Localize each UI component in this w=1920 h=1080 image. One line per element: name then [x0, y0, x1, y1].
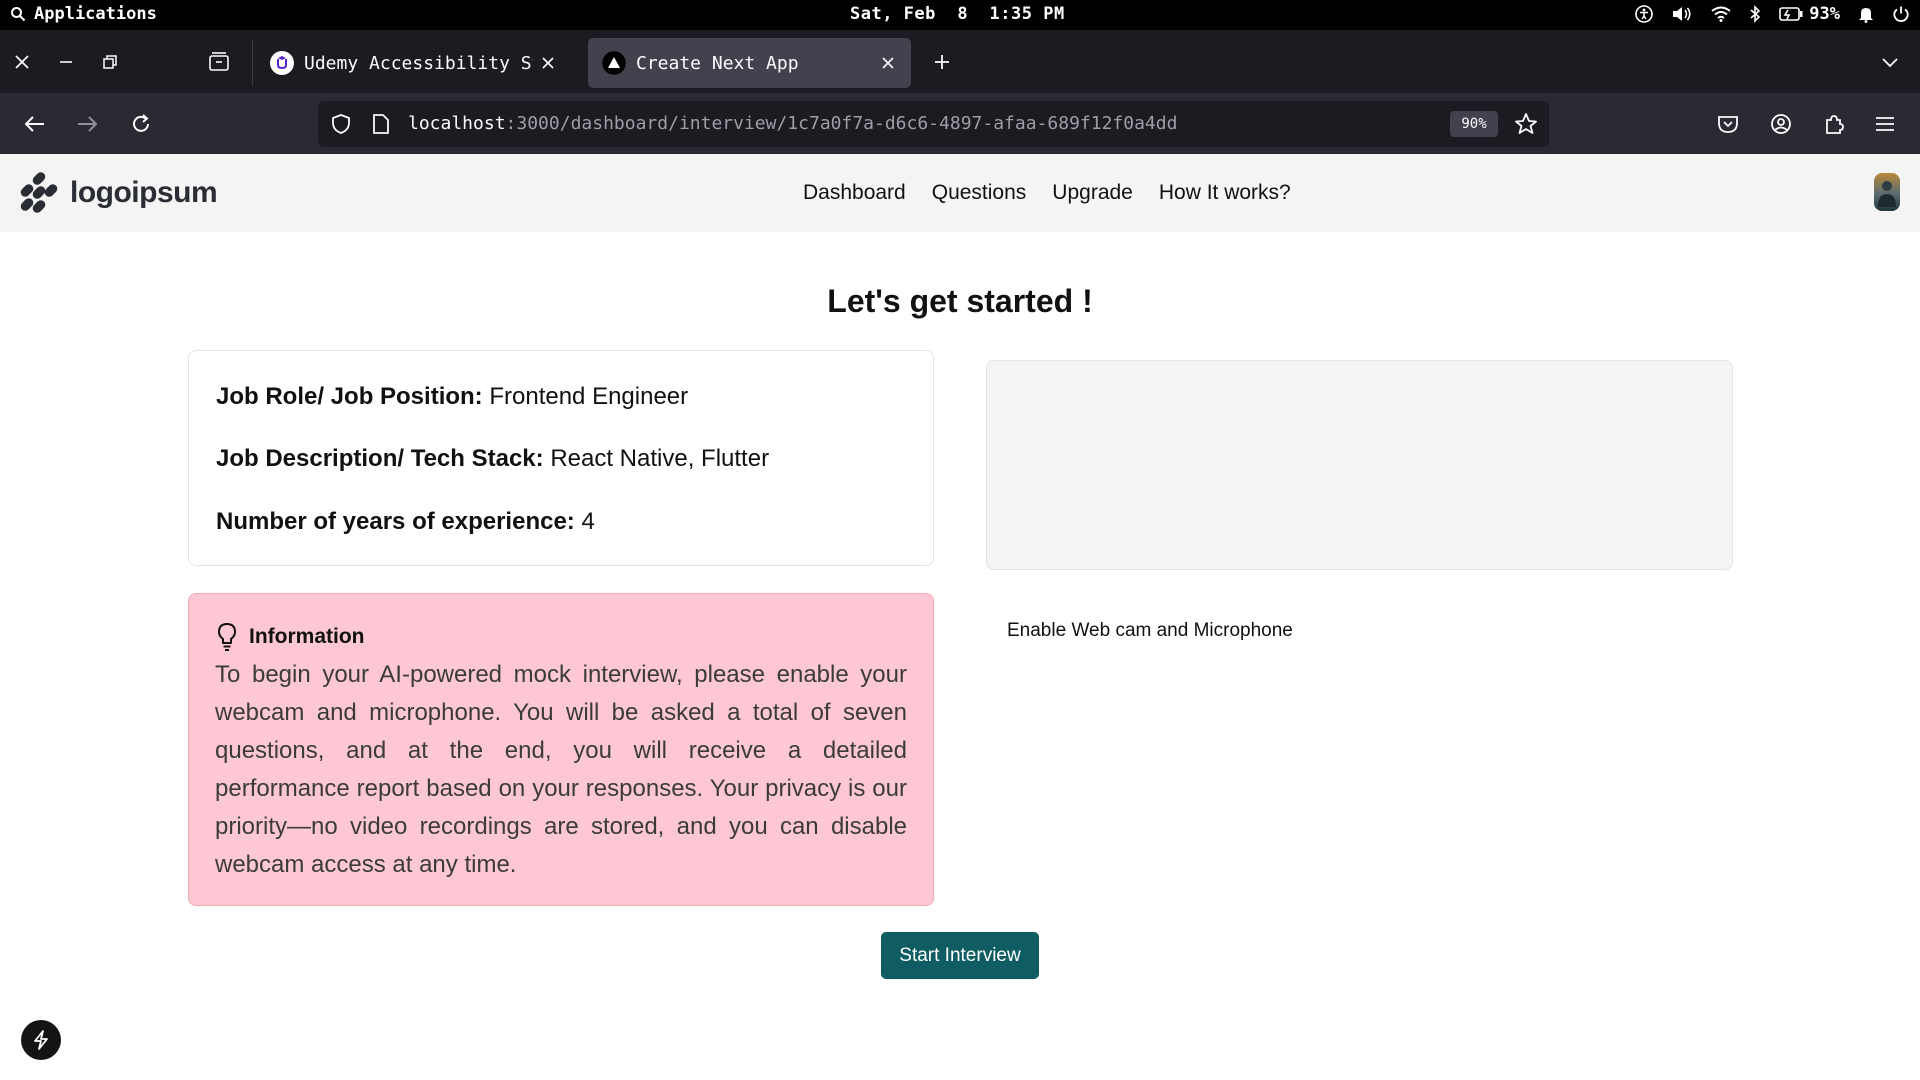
close-icon	[15, 55, 29, 69]
extensions-button[interactable]	[1819, 109, 1849, 139]
pocket-button[interactable]	[1713, 109, 1743, 139]
information-card: Information To begin your AI-powered moc…	[188, 593, 934, 906]
volume-icon[interactable]	[1671, 5, 1693, 23]
account-button[interactable]	[1766, 109, 1796, 139]
tab-create-next-app[interactable]: Create Next App	[588, 38, 911, 88]
url-text[interactable]: localhost:3000/dashboard/interview/1c7a0…	[408, 113, 1177, 134]
search-icon	[11, 7, 26, 22]
job-description-label: Job Description/ Tech Stack:	[216, 445, 544, 472]
lightbulb-icon	[218, 623, 236, 651]
notification-bell-icon[interactable]	[1858, 5, 1874, 23]
app-header: logoipsum Dashboard Questions Upgrade Ho…	[0, 154, 1920, 232]
arrow-right-icon	[78, 116, 98, 132]
job-description-value: React Native, Flutter	[550, 445, 770, 472]
start-interview-button[interactable]: Start Interview	[881, 932, 1039, 979]
job-description-line: Job Description/ Tech Stack: React Nativ…	[216, 445, 769, 473]
battery-percent: 93%	[1809, 4, 1840, 24]
job-role-line: Job Role/ Job Position: Frontend Enginee…	[216, 383, 688, 411]
applications-label: Applications	[34, 4, 157, 24]
power-icon[interactable]	[1892, 5, 1910, 23]
job-role-value: Frontend Engineer	[489, 383, 689, 410]
experience-value: 4	[581, 508, 595, 535]
nextjs-icon	[602, 51, 626, 75]
account-icon	[1771, 114, 1791, 134]
nav-link-how-it-works[interactable]: How It works?	[1159, 181, 1291, 205]
tab-divider	[252, 40, 253, 86]
experience-line: Number of years of experience: 4	[216, 508, 595, 536]
restore-icon	[103, 55, 117, 69]
webcam-preview-placeholder	[986, 360, 1733, 570]
close-icon	[882, 57, 894, 69]
back-button[interactable]	[20, 109, 50, 139]
tab-title: Udemy Accessibility Sta	[304, 52, 533, 74]
clock[interactable]: Sat, Feb 8 1:35 PM	[850, 4, 1065, 24]
plus-icon	[935, 55, 949, 69]
tab-udemy[interactable]: Udemy Accessibility Sta	[256, 38, 571, 88]
bookmark-star-icon[interactable]	[1514, 112, 1538, 136]
zoom-level-badge[interactable]: 90%	[1450, 111, 1498, 137]
url-path: :3000/dashboard/interview/1c7a0f7a-d6c6-…	[505, 113, 1178, 134]
nav-link-dashboard[interactable]: Dashboard	[803, 181, 906, 205]
arrow-left-icon	[24, 116, 44, 132]
accessibility-icon[interactable]	[1635, 5, 1654, 23]
firefox-view-icon	[209, 52, 229, 71]
reload-button[interactable]	[126, 109, 156, 139]
hamburger-menu-icon	[1876, 117, 1894, 131]
logo-text: logoipsum	[70, 176, 218, 209]
job-role-label: Job Role/ Job Position:	[216, 383, 483, 410]
restore-window-button[interactable]	[98, 50, 122, 74]
battery-indicator[interactable]: 93%	[1779, 4, 1840, 24]
url-bar[interactable]: localhost:3000/dashboard/interview/1c7a0…	[318, 101, 1549, 147]
experience-label: Number of years of experience:	[216, 508, 575, 535]
page-icon[interactable]	[372, 113, 390, 135]
wifi-icon[interactable]	[1711, 6, 1731, 22]
app-menu-button[interactable]	[1870, 109, 1900, 139]
new-tab-button[interactable]	[930, 50, 954, 74]
close-window-button[interactable]	[10, 50, 34, 74]
puzzle-icon	[1826, 115, 1844, 134]
applications-menu[interactable]: Applications	[10, 4, 157, 24]
nav-link-questions[interactable]: Questions	[932, 181, 1027, 205]
information-body: To begin your AI-powered mock interview,…	[215, 661, 907, 878]
minimize-icon	[60, 61, 72, 63]
main-nav: Dashboard Questions Upgrade How It works…	[803, 181, 1291, 205]
pocket-icon	[1718, 116, 1738, 133]
chevron-down-icon	[1882, 58, 1898, 68]
logo-mark-icon	[20, 172, 58, 213]
next-dev-tools-button[interactable]	[21, 1020, 61, 1060]
browser-tab-strip: Udemy Accessibility Sta Create Next App	[0, 30, 1920, 93]
bluetooth-icon[interactable]	[1749, 5, 1761, 23]
close-tab-button[interactable]	[533, 48, 563, 78]
tab-title: Create Next App	[636, 52, 799, 74]
firefox-view-button[interactable]	[207, 50, 231, 74]
enable-webcam-button[interactable]: Enable Web cam and Microphone	[1007, 620, 1293, 642]
job-details-card: Job Role/ Job Position: Frontend Enginee…	[188, 350, 934, 566]
page-title: Let's get started !	[827, 283, 1093, 319]
list-all-tabs-button[interactable]	[1878, 50, 1902, 74]
close-icon	[542, 57, 554, 69]
browser-toolbar: localhost:3000/dashboard/interview/1c7a0…	[0, 93, 1920, 154]
close-tab-button[interactable]	[873, 48, 903, 78]
nav-link-upgrade[interactable]: Upgrade	[1052, 181, 1133, 205]
information-heading-row: Information	[215, 622, 907, 652]
battery-icon	[1779, 7, 1803, 21]
reload-icon	[133, 114, 149, 132]
forward-button[interactable]	[72, 109, 102, 139]
url-host: localhost	[408, 113, 506, 134]
os-top-bar: Applications Sat, Feb 8 1:35 PM 93%	[0, 0, 1920, 30]
information-heading: Information	[249, 625, 365, 648]
shield-icon[interactable]	[330, 113, 352, 135]
user-avatar[interactable]	[1874, 173, 1900, 211]
minimize-window-button[interactable]	[54, 50, 78, 74]
lightning-icon	[34, 1030, 48, 1050]
udemy-icon	[270, 51, 294, 75]
logo[interactable]: logoipsum	[18, 172, 218, 214]
